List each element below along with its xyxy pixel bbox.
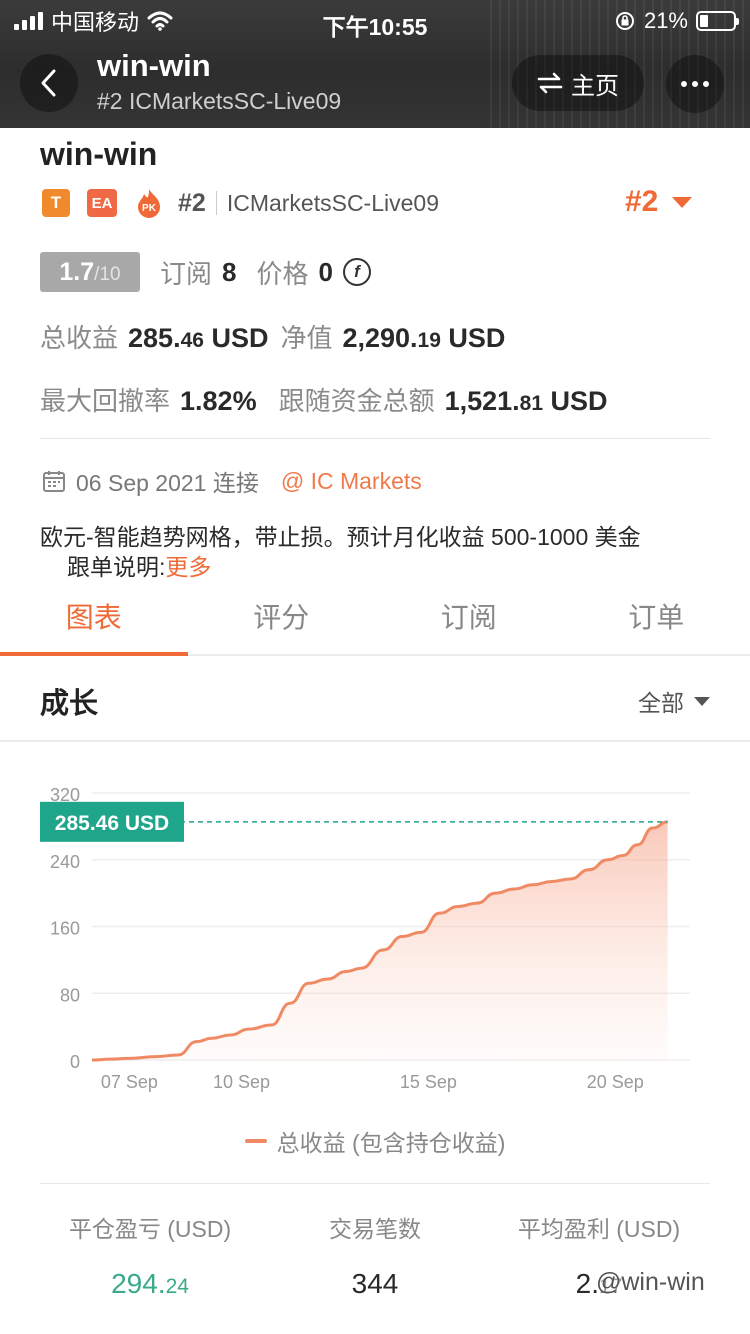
pk-flame-icon: PK xyxy=(134,188,164,218)
follow-note-label: 跟单说明: xyxy=(67,554,166,580)
x-tick-label: 07 Sep xyxy=(101,1072,158,1092)
back-button[interactable] xyxy=(20,54,78,112)
trade-count-value: 344 xyxy=(351,1268,399,1299)
rating-max: /10 xyxy=(94,264,121,285)
follow-funds-int: 1,521. xyxy=(444,386,520,416)
equity-unit: USD xyxy=(440,323,506,353)
tab-orders[interactable]: 订单 xyxy=(563,586,750,654)
tab-chart[interactable]: 图表 xyxy=(0,586,188,656)
rank-big-label: #2 xyxy=(625,185,659,218)
total-profit-dec: 46 xyxy=(180,329,204,352)
range-selector[interactable]: 全部 xyxy=(638,684,710,718)
profit-row: 总收益 285. 46 USD 净值 2,290. 19 USD xyxy=(40,318,505,358)
rating-value: 1.7 xyxy=(59,258,95,286)
price-label: 价格 xyxy=(256,258,309,289)
divider xyxy=(40,1183,710,1184)
chevron-left-icon xyxy=(41,69,56,97)
battery-icon xyxy=(696,11,739,31)
more-options-button[interactable] xyxy=(666,55,724,113)
x-tick-label: 20 Sep xyxy=(587,1072,644,1092)
battery-percent: 21% xyxy=(643,8,688,33)
legend-label: 总收益 (包含持仓收益) xyxy=(276,1130,506,1156)
divider xyxy=(40,438,710,439)
app-header: 中国移动 下午10:55 21% win-win #2 ICMarketsSC-… xyxy=(0,0,750,128)
tab-rating[interactable]: 评分 xyxy=(188,586,376,654)
y-tick-label: 80 xyxy=(60,985,80,1005)
follow-note: 跟单说明:更多 xyxy=(67,548,211,582)
closed-pnl-value: 294.24 xyxy=(111,1268,189,1299)
more-dots-icon xyxy=(681,81,687,87)
strategy-name: win-win xyxy=(40,136,158,172)
strategy-description: 欧元-智能趋势网格，带止损。预计月化收益 500-1000 美金 xyxy=(40,524,641,550)
badge-row: T EA PK #2 ICMarketsSC-Live09 xyxy=(42,186,439,220)
follow-funds-unit: USD xyxy=(543,386,608,416)
rank-small: #2 xyxy=(178,188,206,217)
follow-funds-label: 跟随资金总额 xyxy=(278,386,435,416)
range-label: 全部 xyxy=(638,690,684,716)
drawdown-label: 最大回撤率 xyxy=(40,386,171,416)
score-row: 1.7 /10 订阅 8 价格 0 f xyxy=(40,252,371,292)
x-tick-label: 10 Sep xyxy=(213,1072,270,1092)
status-bar-right: 21% xyxy=(614,8,739,34)
series-area xyxy=(92,821,668,1060)
y-tick-label: 0 xyxy=(70,1052,80,1072)
chart-legend: 总收益 (包含持仓收益) xyxy=(0,1124,750,1158)
calendar-icon xyxy=(43,471,65,492)
broker-link[interactable]: @ IC Markets xyxy=(281,468,422,495)
badge-ea: EA xyxy=(87,189,117,217)
y-tick-label: 240 xyxy=(50,852,80,872)
follow-funds-dec: 81 xyxy=(519,392,544,415)
trade-count-label: 交易笔数 xyxy=(329,1216,421,1242)
header-title: win-win xyxy=(97,48,211,83)
subscribe-label: 订阅 xyxy=(160,258,213,289)
more-link[interactable]: 更多 xyxy=(165,554,211,580)
growth-header: 成长 全部 xyxy=(0,658,750,742)
header-subtitle: #2 ICMarketsSC-Live09 xyxy=(97,88,342,114)
divider xyxy=(215,191,217,215)
badge-t: T xyxy=(42,189,70,217)
home-label: 主页 xyxy=(571,72,619,100)
rating-badge: 1.7 /10 xyxy=(40,252,140,292)
equity-label: 净值 xyxy=(280,323,333,353)
avg-profit-label: 平均盈利 (USD) xyxy=(517,1216,681,1242)
y-tick-label: 160 xyxy=(50,919,80,939)
growth-chart: 08016024032007 Sep 10 Sep 15 Sep 20 Sep285.… xyxy=(40,785,690,1092)
triangle-down-icon xyxy=(672,196,693,208)
closed-pnl-label: 平仓盈亏 (USD) xyxy=(68,1216,232,1242)
orientation-lock-icon xyxy=(615,12,634,30)
drawdown-value: 1.82% xyxy=(180,386,257,416)
current-value-label: 285.46 USD xyxy=(55,812,169,835)
tab-bar: 图表 评分 订阅 订单 xyxy=(0,586,750,656)
swap-icon xyxy=(537,72,563,94)
equity-int: 2,290. xyxy=(342,323,418,353)
currency-icon: f xyxy=(342,258,371,286)
legend-swatch xyxy=(244,1139,267,1143)
drawdown-row: 最大回撤率 1.82% 跟随资金总额 1,521. 81 USD xyxy=(40,381,608,421)
growth-title: 成长 xyxy=(40,688,99,720)
tab-subscribe[interactable]: 订阅 xyxy=(375,586,563,654)
trade-count-stat: 交易笔数 344 xyxy=(250,1210,500,1300)
equity-dec: 19 xyxy=(417,329,441,352)
home-button[interactable]: 主页 xyxy=(512,55,644,111)
total-profit-label: 总收益 xyxy=(40,323,119,353)
rank-dropdown[interactable]: #2 xyxy=(625,185,693,219)
pk-label: PK xyxy=(142,203,157,214)
triangle-down-icon xyxy=(694,696,710,706)
total-profit-unit: USD xyxy=(203,323,269,353)
connection-row: 06 Sep 2021 连接 @ IC Markets xyxy=(42,464,422,498)
subscribe-count: 8 xyxy=(222,256,237,287)
watermark: @win-win xyxy=(596,1268,705,1296)
total-profit-int: 285. xyxy=(128,323,181,353)
connect-date: 06 Sep 2021 连接 xyxy=(76,470,259,496)
closed-pnl-stat: 平仓盈亏 (USD) 294.24 xyxy=(25,1210,275,1300)
x-tick-label: 15 Sep xyxy=(400,1072,457,1092)
price-value: 0 xyxy=(318,256,333,287)
server-name: ICMarketsSC-Live09 xyxy=(226,189,439,216)
